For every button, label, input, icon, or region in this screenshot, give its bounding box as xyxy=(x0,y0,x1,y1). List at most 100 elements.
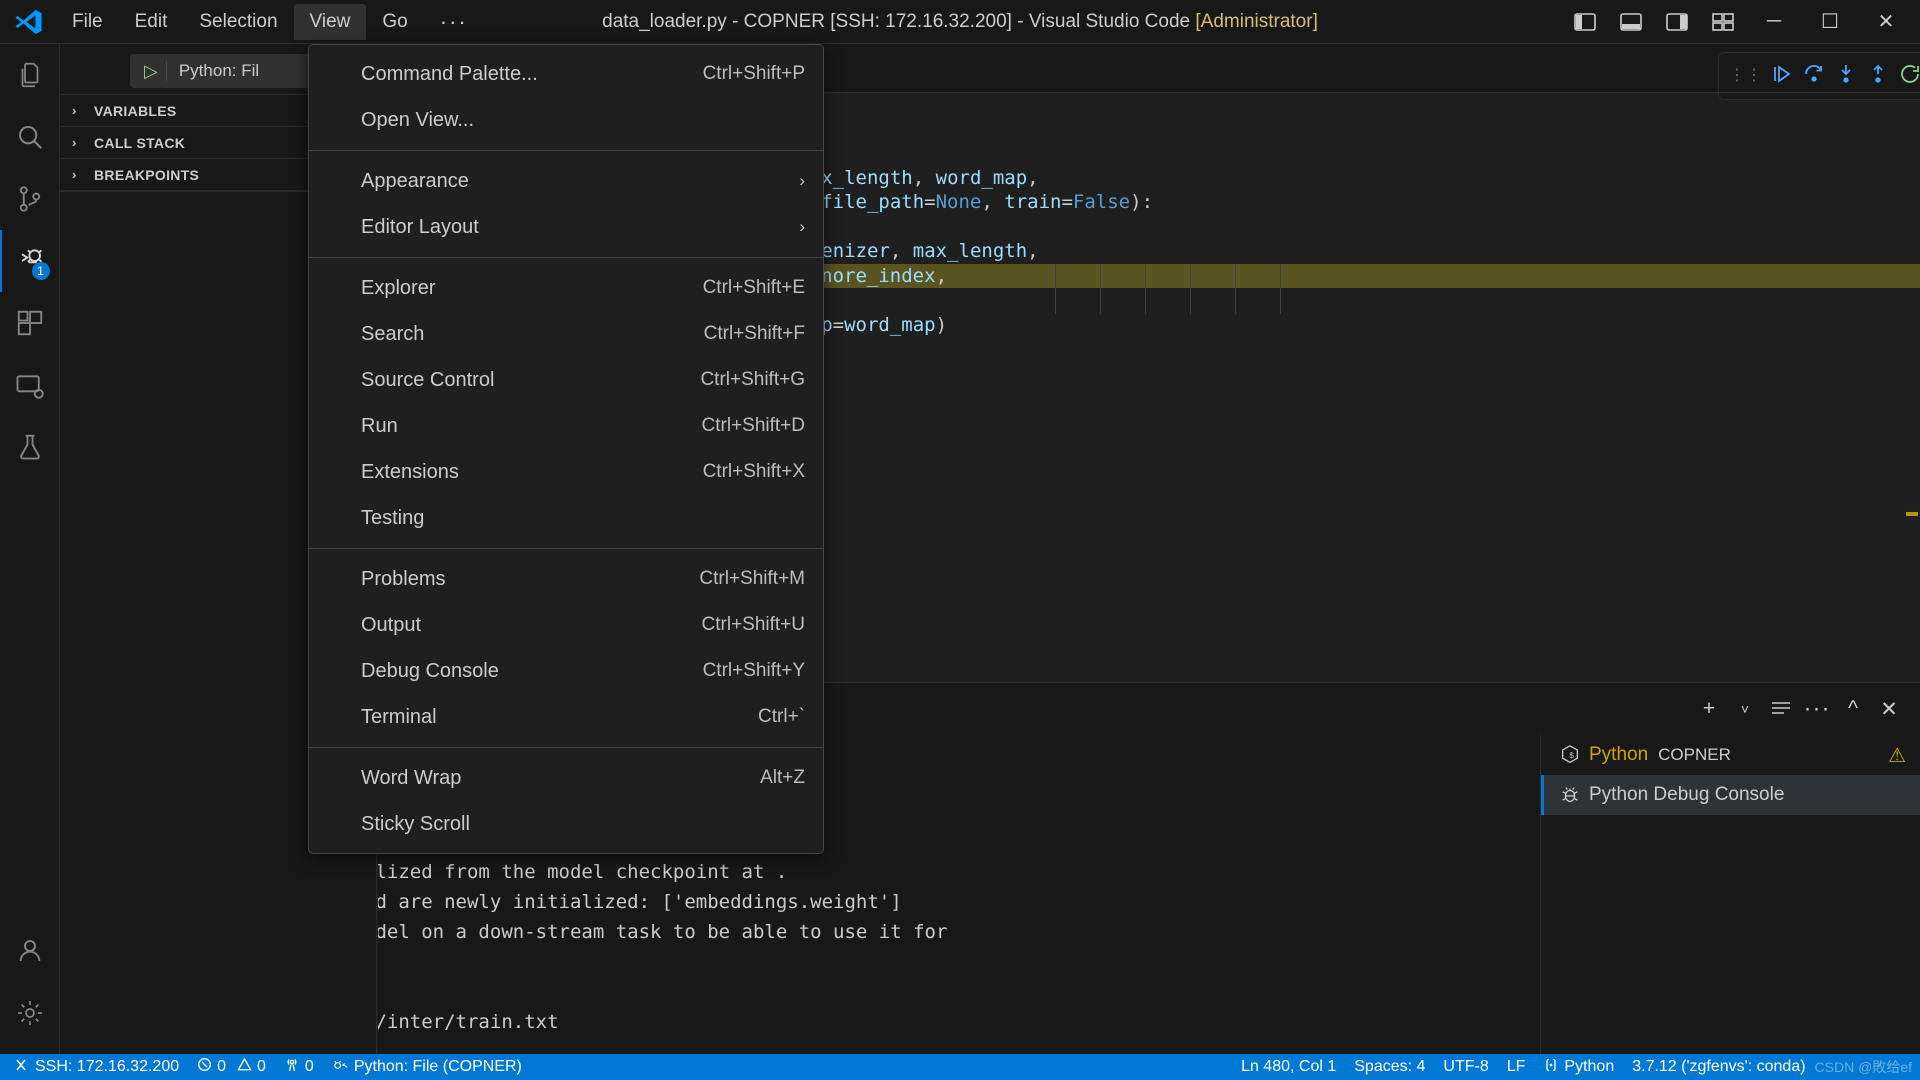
menu-item-command-palette[interactable]: Command Palette... Ctrl+Shift+P xyxy=(309,51,823,97)
status-indentation[interactable]: Spaces: 4 xyxy=(1345,1054,1434,1080)
error-icon xyxy=(197,1057,212,1077)
menu-item-label: Problems xyxy=(361,568,445,591)
new-terminal-dropdown-icon[interactable]: ˅ xyxy=(1728,692,1762,726)
terminal-list-item-python-debug-console[interactable]: Python Debug Console xyxy=(1541,775,1920,815)
warning-icon xyxy=(237,1057,252,1077)
toggle-secondary-sidebar-icon[interactable] xyxy=(1654,0,1700,44)
menu-item-word-wrap[interactable]: Word Wrap Alt+Z xyxy=(309,755,823,801)
window-title-text: data_loader.py - COPNER [SSH: 172.16.32.… xyxy=(602,11,1195,32)
sidebar-section-label: BREAKPOINTS xyxy=(94,167,199,183)
menu-item-shortcut: Ctrl+Shift+E xyxy=(703,277,805,299)
python-icon xyxy=(1543,1057,1559,1078)
menu-item-search[interactable]: Search Ctrl+Shift+F xyxy=(309,311,823,357)
toggle-primary-sidebar-icon[interactable] xyxy=(1562,0,1608,44)
menu-item-label: Source Control xyxy=(361,369,494,392)
status-eol[interactable]: LF xyxy=(1498,1054,1535,1080)
status-cursor-position[interactable]: Ln 480, Col 1 xyxy=(1232,1054,1345,1080)
menu-item-explorer[interactable]: Explorer Ctrl+Shift+E xyxy=(309,265,823,311)
menu-item-testing[interactable]: Testing xyxy=(309,495,823,541)
warning-count: 0 xyxy=(257,1058,266,1076)
step-over-icon[interactable] xyxy=(1801,62,1827,91)
step-into-icon[interactable] xyxy=(1833,62,1859,91)
menu-view[interactable]: View xyxy=(294,4,367,40)
status-label: Python xyxy=(1564,1058,1614,1076)
activity-item-accounts[interactable] xyxy=(0,920,60,982)
error-count: 0 xyxy=(217,1058,226,1076)
step-out-icon[interactable] xyxy=(1865,62,1891,91)
activity-item-testing[interactable] xyxy=(0,416,60,478)
menu-item-shortcut: Ctrl+Shift+U xyxy=(702,614,805,636)
maximize-panel-icon[interactable]: ^ xyxy=(1836,692,1870,726)
menu-item-open-view[interactable]: Open View... xyxy=(309,97,823,143)
title-bar: File Edit Selection View Go ··· data_loa… xyxy=(0,0,1920,44)
activity-item-extensions[interactable] xyxy=(0,292,60,354)
drag-handle-icon[interactable]: ⋮⋮ xyxy=(1729,71,1763,81)
status-remote-ssh[interactable]: SSH: 172.16.32.200 xyxy=(0,1054,188,1080)
window-maximize-button[interactable]: ☐ xyxy=(1802,0,1858,44)
menu-file[interactable]: File xyxy=(56,4,119,40)
window-close-button[interactable]: ✕ xyxy=(1858,0,1914,44)
debug-badge: 1 xyxy=(32,262,50,280)
new-terminal-icon[interactable]: + xyxy=(1692,692,1726,726)
window-minimize-button[interactable]: ─ xyxy=(1746,0,1802,44)
remote-icon xyxy=(14,1057,30,1078)
panel-more-actions-icon[interactable]: ··· xyxy=(1800,692,1834,726)
menu-item-label: Word Wrap xyxy=(361,767,461,790)
status-problems[interactable]: 0 0 xyxy=(188,1054,275,1080)
menu-more-icon[interactable]: ··· xyxy=(424,4,484,40)
menu-item-label: Output xyxy=(361,614,421,637)
menu-item-run[interactable]: Run Ctrl+Shift+D xyxy=(309,403,823,449)
menu-edit[interactable]: Edit xyxy=(119,4,184,40)
customize-layout-icon[interactable] xyxy=(1700,0,1746,44)
activity-item-search[interactable] xyxy=(0,106,60,168)
menu-item-appearance[interactable]: Appearance › xyxy=(309,158,823,204)
activity-item-source-control[interactable] xyxy=(0,168,60,230)
status-debug-config[interactable]: Python: File (COPNER) xyxy=(323,1054,531,1080)
menu-item-debug-console[interactable]: Debug Console Ctrl+Shift+Y xyxy=(309,648,823,694)
menu-separator xyxy=(309,747,823,748)
menu-bar[interactable]: File Edit Selection View Go ··· xyxy=(56,0,484,44)
status-encoding[interactable]: UTF-8 xyxy=(1434,1054,1497,1080)
close-panel-icon[interactable]: ✕ xyxy=(1872,692,1906,726)
menu-item-label: Editor Layout xyxy=(361,216,479,239)
menu-selection[interactable]: Selection xyxy=(183,4,293,40)
activity-item-remote-explorer[interactable] xyxy=(0,354,60,416)
launch-config-label: Python: Fil xyxy=(167,61,259,81)
status-bar: SSH: 172.16.32.200 0 0 0 Python: File (C… xyxy=(0,1054,1920,1080)
split-terminal-layout-icon[interactable] xyxy=(1764,692,1798,726)
warning-icon: ⚠ xyxy=(1888,743,1906,768)
menu-item-sticky-scroll[interactable]: Sticky Scroll xyxy=(309,801,823,847)
menu-item-editor-layout[interactable]: Editor Layout › xyxy=(309,204,823,250)
activity-bar: 1 xyxy=(0,44,60,1054)
toggle-panel-icon[interactable] xyxy=(1608,0,1654,44)
status-language-mode[interactable]: Python xyxy=(1534,1054,1623,1080)
activity-item-explorer[interactable] xyxy=(0,44,60,106)
menu-item-terminal[interactable]: Terminal Ctrl+` xyxy=(309,694,823,740)
menu-separator xyxy=(309,548,823,549)
svg-text:$: $ xyxy=(1569,751,1574,761)
menu-item-shortcut: Ctrl+Shift+Y xyxy=(703,660,805,682)
terminal-powershell-icon: $ xyxy=(1559,744,1589,766)
menu-item-shortcut: Ctrl+Shift+F xyxy=(704,323,805,345)
menu-item-shortcut: Alt+Z xyxy=(760,767,805,789)
status-python-interpreter[interactable]: 3.7.12 ('zgfenvs': conda) xyxy=(1623,1054,1814,1080)
activity-item-run-and-debug[interactable]: 1 xyxy=(0,230,60,292)
restart-icon[interactable] xyxy=(1897,62,1920,91)
sidebar-section-label: CALL STACK xyxy=(94,135,185,151)
menu-item-shortcut: Ctrl+` xyxy=(758,706,805,728)
terminal-name: Python Debug Console xyxy=(1589,784,1784,806)
start-debugging-icon[interactable]: ▷ xyxy=(136,61,166,82)
scrollbar-decoration xyxy=(1906,512,1918,516)
menu-item-shortcut: Ctrl+Shift+D xyxy=(702,415,805,437)
menu-go[interactable]: Go xyxy=(366,4,423,40)
menu-item-extensions[interactable]: Extensions Ctrl+Shift+X xyxy=(309,449,823,495)
status-ports[interactable]: 0 xyxy=(275,1054,323,1080)
menu-item-output[interactable]: Output Ctrl+Shift+U xyxy=(309,602,823,648)
menu-item-problems[interactable]: Problems Ctrl+Shift+M xyxy=(309,556,823,602)
window-title-admin: [Administrator] xyxy=(1195,11,1317,32)
continue-icon[interactable] xyxy=(1769,62,1795,91)
terminal-list-item-python[interactable]: $ Python COPNER ⚠ xyxy=(1541,735,1920,775)
activity-item-settings[interactable] xyxy=(0,982,60,1044)
menu-item-source-control[interactable]: Source Control Ctrl+Shift+G xyxy=(309,357,823,403)
panel-action-bar: + ˅ ··· ^ ✕ xyxy=(1692,692,1920,726)
